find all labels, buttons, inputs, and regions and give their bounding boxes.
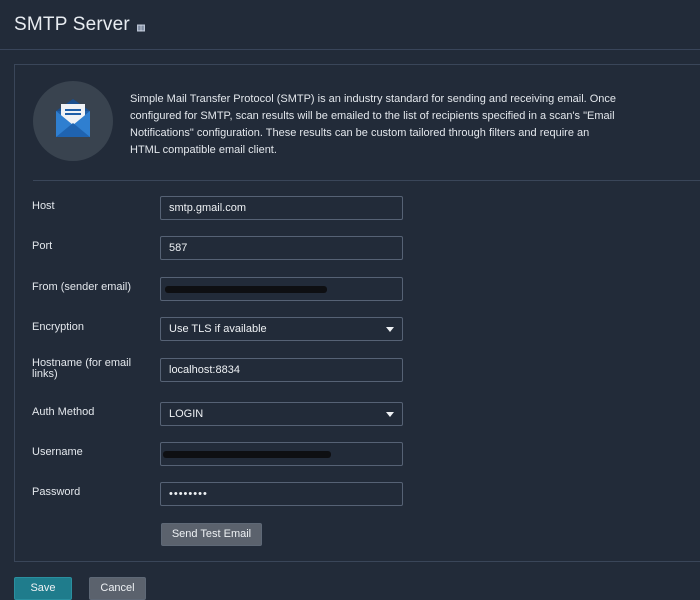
auth-method-label: Auth Method <box>32 406 95 418</box>
password-label: Password <box>32 486 81 498</box>
username-label: Username <box>32 446 83 458</box>
password-row: Password •••••••• <box>15 482 700 506</box>
host-input[interactable] <box>160 196 403 220</box>
encryption-select[interactable]: Use TLS if available <box>160 317 403 341</box>
from-input[interactable] <box>160 277 403 301</box>
password-value: •••••••• <box>169 488 208 500</box>
hostname-label: Hostname (for email links) <box>32 357 132 380</box>
auth-method-select[interactable]: LOGIN <box>160 402 403 426</box>
redaction-mark <box>163 451 331 458</box>
password-input[interactable]: •••••••• <box>160 482 403 506</box>
port-label: Port <box>32 240 53 252</box>
hostname-row: Hostname (for email links) <box>15 358 700 382</box>
intro-description: Simple Mail Transfer Protocol (SMTP) is … <box>130 93 617 156</box>
envelope-icon <box>33 81 113 161</box>
host-label: Host <box>32 200 55 212</box>
header-divider <box>0 49 700 50</box>
username-row: Username <box>15 442 700 466</box>
cancel-button[interactable]: Cancel <box>89 577 146 600</box>
smtp-settings-panel: Simple Mail Transfer Protocol (SMTP) is … <box>14 64 700 562</box>
from-label: From (sender email) <box>32 281 132 293</box>
hostname-input[interactable] <box>160 358 403 382</box>
intro-section: Simple Mail Transfer Protocol (SMTP) is … <box>15 65 700 180</box>
encryption-row: Encryption Use TLS if available <box>15 317 700 341</box>
page-header: SMTP Server <box>14 10 146 40</box>
auth-method-value: LOGIN <box>169 408 204 420</box>
port-input[interactable] <box>160 236 403 260</box>
page-title: SMTP Server <box>14 14 130 35</box>
intro-divider <box>33 180 700 181</box>
username-input[interactable] <box>160 442 403 466</box>
from-row: From (sender email) <box>15 277 700 301</box>
send-test-email-button[interactable]: Send Test Email <box>161 523 262 546</box>
caret-down-icon <box>386 327 394 332</box>
save-button[interactable]: Save <box>14 577 72 600</box>
caret-down-icon <box>386 412 394 417</box>
encryption-value: Use TLS if available <box>169 323 267 335</box>
encryption-label: Encryption <box>32 321 84 333</box>
redaction-mark <box>165 286 327 293</box>
book-icon[interactable] <box>136 20 146 32</box>
host-row: Host <box>15 196 700 220</box>
auth-method-row: Auth Method LOGIN <box>15 402 700 426</box>
port-row: Port <box>15 236 700 260</box>
